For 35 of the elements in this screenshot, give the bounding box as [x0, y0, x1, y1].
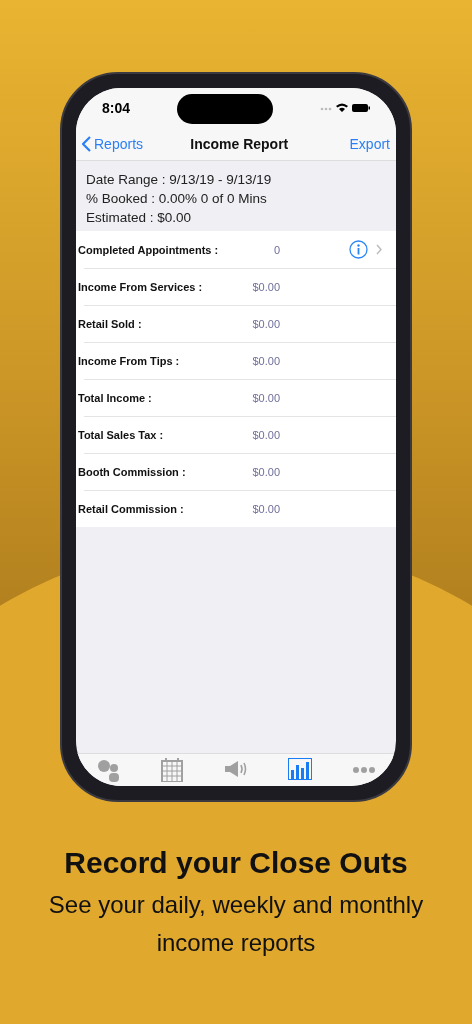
info-icon[interactable] — [349, 240, 368, 259]
row-value: $0.00 — [251, 354, 280, 367]
row-value: $0.00 — [251, 502, 280, 515]
back-label: Reports — [94, 136, 144, 152]
summary-line: % Booked : 0.00% 0 of 0 Mins — [86, 190, 268, 208]
people-icon — [95, 758, 121, 782]
calendar-icon — [161, 758, 183, 782]
status-time: 8:04 — [102, 100, 131, 116]
row-value: $0.00 — [251, 280, 280, 293]
row-label: Total Income : — [78, 391, 153, 404]
chevron-left-icon — [82, 136, 91, 152]
row-value: $0.00 — [251, 391, 280, 404]
row-label: Retail Commission : — [78, 502, 185, 515]
status-icons — [320, 102, 370, 114]
row-label: Income From Services : — [78, 280, 204, 293]
row-value: $0.00 — [251, 465, 280, 478]
summary-line: Estimated : $0.00 — [86, 209, 193, 227]
caption-subtitle: See your daily, weekly and monthly income reports — [47, 890, 425, 958]
caption-heading: Record your Close Outs — [64, 846, 408, 880]
bar-chart-icon — [288, 758, 312, 780]
row-label: Total Sales Tax : — [78, 428, 165, 441]
row-value: 0 — [272, 243, 280, 256]
row-label: Retail Sold : — [78, 317, 143, 330]
row-label: Completed Appointments : — [78, 243, 220, 256]
chevron-right-icon — [376, 244, 382, 255]
screen-title: Income Report — [190, 136, 289, 152]
more-icon — [353, 766, 375, 774]
megaphone-icon — [223, 758, 249, 780]
export-button[interactable]: Export — [349, 136, 390, 152]
row-value: $0.00 — [251, 317, 280, 330]
back-button[interactable]: Reports — [82, 136, 144, 152]
summary-line: Date Range : 9/13/19 - 9/13/19 — [86, 171, 273, 189]
row-label: Booth Commission : — [78, 465, 187, 478]
row-value: $0.00 — [251, 428, 280, 441]
row-label: Income From Tips : — [78, 354, 181, 367]
